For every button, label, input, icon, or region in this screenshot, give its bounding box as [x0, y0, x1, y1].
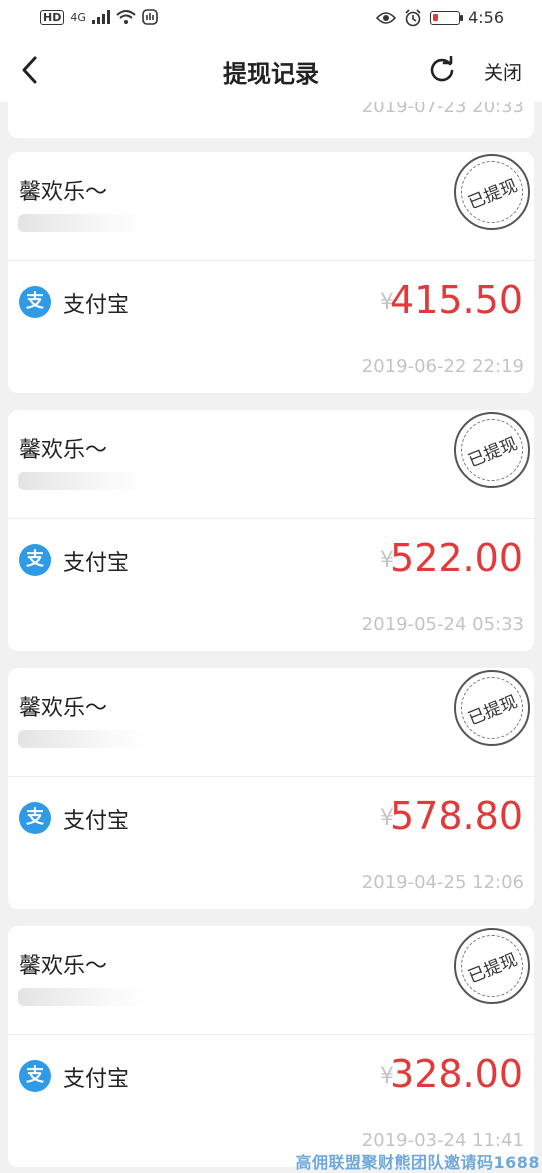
record-name: 馨欢乐～ [19, 696, 108, 721]
watermark-text: 高佣联盟聚财熊团队邀请码1688 [295, 1153, 540, 1172]
nav-bar: 提现记录 关闭 [0, 38, 542, 102]
hd-indicator: HD [40, 9, 65, 25]
record-date: 2019-05-24 05:33 [361, 614, 524, 635]
divider [8, 1034, 534, 1035]
alipay-icon: 支 [19, 544, 51, 576]
status-left: HD 4G [40, 9, 158, 25]
payment-method: 支付宝 [63, 551, 130, 576]
payment-method: 支付宝 [63, 809, 130, 834]
divider [8, 260, 534, 261]
alipay-icon: 支 [19, 1060, 51, 1092]
record-card[interactable]: 馨欢乐～ 186 已提现 支 支付宝 ¥ 522.00 2019-05-24 0… [8, 410, 534, 651]
alipay-icon: 支 [19, 802, 51, 834]
withdrawal-amount: 415.50 [390, 278, 523, 322]
refresh-icon[interactable] [428, 56, 456, 84]
battery-icon [430, 10, 464, 25]
record-name: 馨欢乐～ [19, 180, 108, 205]
status-time: 4:56 [468, 8, 504, 27]
withdrawn-stamp: 已提现 [454, 670, 530, 746]
alarm-icon [405, 8, 421, 26]
status-bar: HD 4G 4:56 [0, 0, 542, 38]
withdrawal-amount: 578.80 [390, 794, 523, 838]
record-phone: 18865533 [18, 214, 148, 232]
page-title: 提现记录 [223, 60, 319, 88]
record-date: 2019-06-22 22:19 [361, 356, 524, 377]
stamp-text: 已提现 [465, 949, 521, 988]
withdrawn-stamp: 已提现 [454, 928, 530, 1004]
record-card[interactable]: 馨欢乐～ 18865533 已提现 支 支付宝 ¥ 415.50 2019-06… [8, 152, 534, 393]
eye-icon [376, 11, 397, 24]
withdrawal-list: 2019-07-23 20:33 馨欢乐～ 18865533 已提现 支 支付宝… [0, 102, 542, 1173]
divider [8, 776, 534, 777]
wifi-icon [116, 10, 136, 24]
divider [8, 518, 534, 519]
record-name: 馨欢乐～ [19, 954, 108, 979]
payment-method: 支付宝 [63, 1067, 130, 1092]
hand-icon [142, 9, 158, 25]
status-right: 4:56 [376, 8, 504, 27]
withdrawn-stamp: 已提现 [454, 412, 530, 488]
record-card[interactable]: 馨欢乐～ 已提现 支 支付宝 ¥ 578.80 2019-04-25 12:06 [8, 668, 534, 909]
record-date: 2019-04-25 12:06 [361, 872, 524, 893]
stamp-text: 已提现 [465, 175, 521, 214]
record-card[interactable]: 馨欢乐～ 18857516 已提现 支 支付宝 ¥ 328.00 2019-03… [8, 926, 534, 1167]
record-date: 2019-07-23 20:33 [361, 102, 524, 117]
withdrawal-amount: 522.00 [390, 536, 523, 580]
record-phone: 18857516 [18, 988, 148, 1006]
alipay-icon: 支 [19, 286, 51, 318]
stamp-text: 已提现 [465, 433, 521, 472]
record-card-partial[interactable]: 2019-07-23 20:33 [8, 102, 534, 138]
signal-icon [91, 10, 110, 24]
record-phone: 186 [18, 472, 148, 490]
stamp-text: 已提现 [465, 691, 521, 730]
withdrawal-amount: 328.00 [390, 1052, 523, 1096]
close-button[interactable]: 关闭 [484, 58, 522, 85]
payment-method: 支付宝 [63, 293, 130, 318]
record-name: 馨欢乐～ [19, 438, 108, 463]
withdrawn-stamp: 已提现 [454, 154, 530, 230]
network-type: 4G [70, 10, 86, 24]
record-date: 2019-03-24 11:41 [361, 1130, 524, 1151]
record-phone [18, 730, 148, 748]
